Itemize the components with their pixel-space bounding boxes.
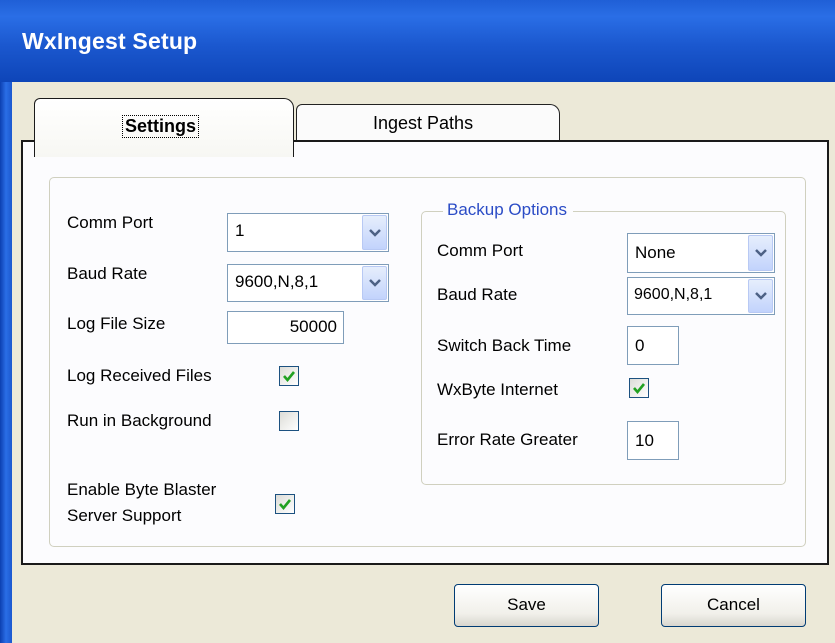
- window-title: WxIngest Setup: [22, 28, 198, 54]
- backup-comm-port-label: Comm Port: [437, 241, 523, 260]
- backup-comm-port-value: None: [635, 243, 676, 262]
- backup-comm-port-dropdown-button[interactable]: [748, 235, 773, 271]
- check-icon: [279, 499, 292, 511]
- baud-rate-label: Baud Rate: [67, 264, 148, 283]
- error-rate-input[interactable]: 10: [627, 421, 679, 460]
- log-received-files-label: Log Received Files: [67, 366, 212, 385]
- chevron-down-icon: [755, 249, 767, 257]
- comm-port-dropdown-button[interactable]: [362, 215, 387, 250]
- backup-comm-port-select[interactable]: None: [627, 233, 775, 273]
- byte-blaster-label-line1: Enable Byte Blaster: [67, 480, 217, 499]
- wxbyte-internet-checkbox[interactable]: [629, 378, 649, 398]
- tab-ingest-paths-label: Ingest Paths: [373, 113, 474, 133]
- error-rate-label: Error Rate Greater: [437, 430, 578, 449]
- log-file-size-value: 50000: [289, 317, 337, 336]
- wxbyte-internet-label: WxByte Internet: [437, 380, 558, 399]
- check-icon: [633, 383, 646, 395]
- comm-port-label: Comm Port: [67, 213, 153, 232]
- byte-blaster-checkbox[interactable]: [275, 494, 295, 514]
- baud-rate-value: 9600,N,8,1: [235, 272, 319, 291]
- run-in-background-checkbox[interactable]: [279, 411, 299, 431]
- backup-baud-rate-value: 9600,N,8,1: [634, 286, 713, 303]
- log-file-size-input[interactable]: 50000: [227, 311, 344, 344]
- error-rate-value: 10: [635, 431, 654, 450]
- log-received-files-checkbox[interactable]: [279, 366, 299, 386]
- backup-baud-rate-dropdown-button[interactable]: [748, 279, 773, 313]
- chevron-down-icon: [369, 279, 381, 287]
- run-in-background-label: Run in Background: [67, 411, 212, 430]
- dialog-window: WxIngest Setup Ingest Paths Settings Bac…: [0, 0, 835, 643]
- window-border: [0, 82, 12, 643]
- backup-baud-rate-select[interactable]: 9600,N,8,1: [627, 277, 775, 315]
- chevron-down-icon: [369, 228, 381, 237]
- baud-rate-dropdown-button[interactable]: [362, 266, 387, 300]
- switch-back-time-label: Switch Back Time: [437, 336, 572, 355]
- cancel-button-label: Cancel: [707, 595, 760, 614]
- check-icon: [283, 371, 296, 383]
- tab-settings-label: Settings: [122, 115, 200, 138]
- chevron-down-icon: [755, 292, 767, 300]
- comm-port-select[interactable]: 1: [227, 213, 389, 252]
- baud-rate-select[interactable]: 9600,N,8,1: [227, 264, 389, 302]
- switch-back-time-input[interactable]: 0: [627, 326, 679, 365]
- byte-blaster-label-line2: Server Support: [67, 506, 182, 525]
- switch-back-time-value: 0: [635, 336, 645, 355]
- backup-baud-rate-label: Baud Rate: [437, 285, 518, 304]
- save-button-label: Save: [507, 595, 546, 614]
- cancel-button[interactable]: Cancel: [661, 584, 806, 627]
- log-file-size-label: Log File Size: [67, 314, 166, 333]
- save-button[interactable]: Save: [454, 584, 599, 627]
- backup-options-title: Backup Options: [443, 200, 574, 220]
- comm-port-value: 1: [235, 221, 245, 240]
